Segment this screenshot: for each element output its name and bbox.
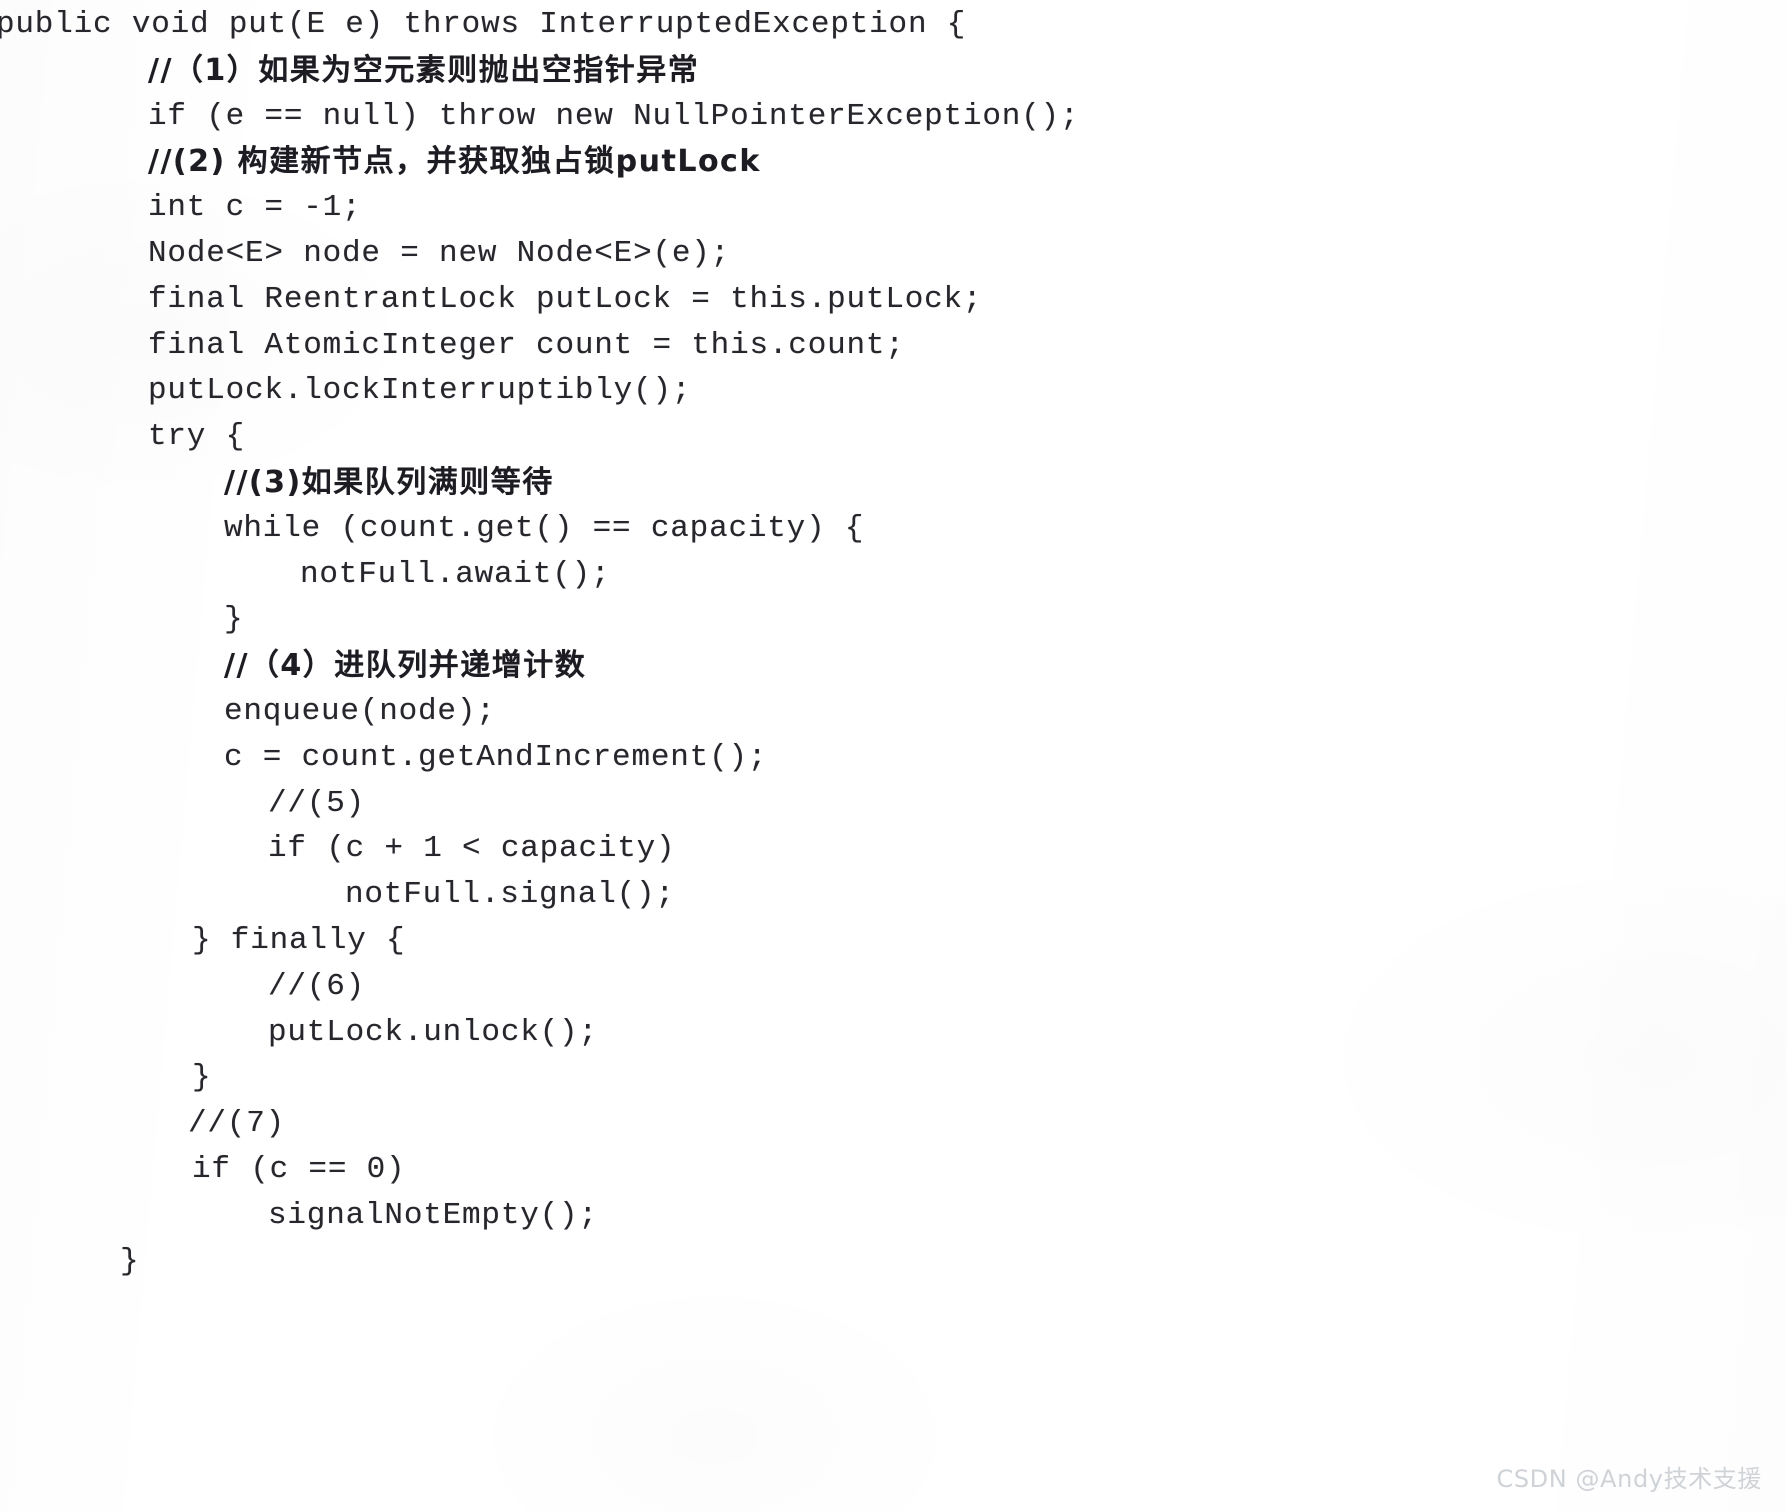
code-line: c = count.getAndIncrement(); xyxy=(0,735,767,781)
code-text: while (count.get() == capacity) { xyxy=(224,510,865,546)
code-line: int c = -1; xyxy=(0,185,361,231)
code-line: if (c == 0) xyxy=(0,1147,405,1193)
code-text: signalNotEmpty(); xyxy=(268,1197,598,1233)
code-line: Node<E> node = new Node<E>(e); xyxy=(0,231,730,277)
code-comment-cjk: //（4）进队列并递增计数 xyxy=(224,648,587,684)
code-text: int c = -1; xyxy=(148,190,362,226)
code-line: enqueue(node); xyxy=(0,689,496,735)
code-line: } xyxy=(0,1239,139,1285)
code-line: public void put(E e) throws InterruptedE… xyxy=(0,2,966,48)
code-text: if (c + 1 < capacity) xyxy=(268,831,676,867)
code-comment-cjk: //(3)如果队列满则等待 xyxy=(224,465,554,500)
code-line: final AtomicInteger count = this.count; xyxy=(0,323,905,369)
code-text: final AtomicInteger count = this.count; xyxy=(148,327,905,363)
code-line: while (count.get() == capacity) { xyxy=(0,506,864,552)
code-text: putLock.unlock(); xyxy=(268,1014,598,1050)
code-text: Node<E> node = new Node<E>(e); xyxy=(148,236,731,271)
code-text: c = count.getAndIncrement(); xyxy=(224,739,768,775)
code-line: //(7) xyxy=(0,1101,285,1147)
code-text: if (e == null) throw new NullPointerExce… xyxy=(148,98,1080,134)
code-line: final ReentrantLock putLock = this.putLo… xyxy=(0,277,982,323)
scanned-code-page: public void put(E e) throws InterruptedE… xyxy=(0,0,1786,1512)
code-text: } finally { xyxy=(192,923,406,958)
code-text: putLock.lockInterruptibly(); xyxy=(148,373,692,409)
code-line: putLock.lockInterruptibly(); xyxy=(0,368,691,414)
code-text: public void put(E e) throws InterruptedE… xyxy=(0,7,967,42)
code-text: notFull.await(); xyxy=(300,556,611,592)
code-line: //(5) xyxy=(0,781,365,827)
code-text: //(5) xyxy=(268,785,366,821)
code-text: enqueue(node); xyxy=(224,694,496,729)
code-text: } xyxy=(192,1060,212,1096)
code-comment-cjk: //(2) 构建新节点，并获取独占锁putLock xyxy=(148,144,761,180)
code-text: try { xyxy=(148,419,246,455)
code-line: //（4）进队列并递增计数 xyxy=(0,643,586,689)
code-line: //(6) xyxy=(0,964,365,1010)
code-text: notFull.signal(); xyxy=(345,877,675,913)
code-line: notFull.signal(); xyxy=(0,872,675,918)
code-text: if (c == 0) xyxy=(192,1152,406,1187)
code-line: if (c + 1 < capacity) xyxy=(0,826,675,872)
code-line: } xyxy=(0,1055,211,1101)
code-line: notFull.await(); xyxy=(0,552,610,598)
csdn-watermark: CSDN @Andy技术支援 xyxy=(1496,1465,1762,1493)
code-line: //(2) 构建新节点，并获取独占锁putLock xyxy=(0,139,761,185)
code-text: //(7) xyxy=(188,1106,286,1142)
code-text: } xyxy=(120,1243,140,1279)
code-comment-cjk: //（1）如果为空元素则抛出空指针异常 xyxy=(148,52,700,88)
code-line: try { xyxy=(0,414,245,460)
code-line: if (e == null) throw new NullPointerExce… xyxy=(0,94,1079,140)
code-text: //(6) xyxy=(268,968,366,1004)
code-text: final ReentrantLock putLock = this.putLo… xyxy=(148,281,983,317)
code-line: } finally { xyxy=(0,918,405,964)
code-line: signalNotEmpty(); xyxy=(0,1193,598,1239)
code-line: } xyxy=(0,597,243,643)
code-line: //(3)如果队列满则等待 xyxy=(0,460,554,506)
code-line: putLock.unlock(); xyxy=(0,1010,598,1056)
code-line: //（1）如果为空元素则抛出空指针异常 xyxy=(0,48,699,94)
code-text: } xyxy=(224,602,244,638)
